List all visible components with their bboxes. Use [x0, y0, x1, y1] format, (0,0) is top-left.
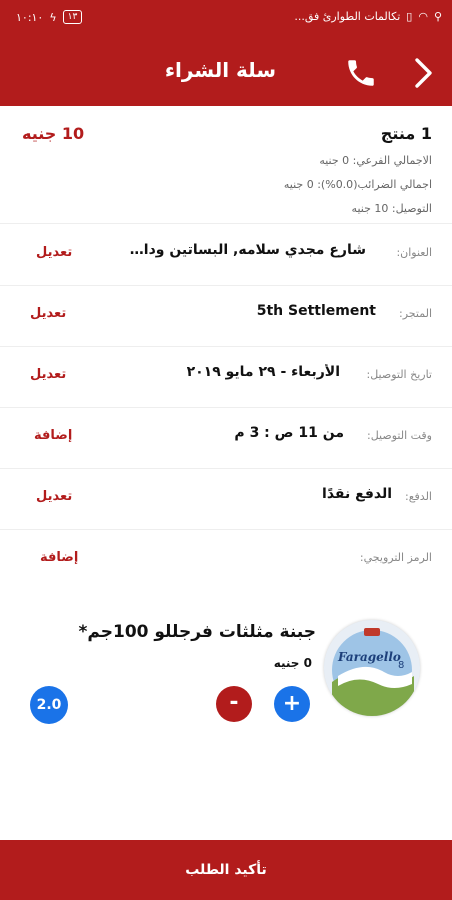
- status-bar: ⚲ ◠ ▯ تكالمات الطوارئ فق... ١٠:١٠ ϟ ١٣: [0, 0, 452, 38]
- sim-icon: ▯: [406, 10, 413, 23]
- increase-quantity-button[interactable]: +: [274, 686, 310, 722]
- time-text: ١٠:١٠: [16, 10, 44, 24]
- store-value: 5th Settlement: [256, 303, 376, 319]
- edit-payment-button[interactable]: تعديل: [36, 489, 72, 504]
- product-count: 1 منتج: [380, 124, 432, 143]
- product-name: جبنة مثلثات فرجللو 100جم*: [78, 622, 317, 642]
- wifi-icon: ◠: [418, 10, 428, 23]
- payment-value: الدفع نقدًا: [322, 486, 392, 502]
- edit-store-button[interactable]: تعديل: [30, 306, 66, 321]
- chevron-right-icon: [415, 58, 432, 88]
- promo-label: الرمز الترويجي:: [359, 551, 432, 564]
- subtotal-text: الاجمالي الفرعي: 0 جنيه: [319, 154, 432, 167]
- phone-icon: [348, 60, 374, 86]
- battery-indicator: ١٣: [62, 10, 83, 24]
- page-title: سلة الشراء: [164, 58, 276, 82]
- charging-icon: ϟ: [49, 10, 57, 24]
- back-button[interactable]: [406, 54, 440, 92]
- add-delivery-time-button[interactable]: إضافة: [34, 428, 72, 443]
- delivery-time-label: وقت التوصيل:: [367, 429, 432, 442]
- address-value: شارع مجدي سلامه, البساتين ودار السلام: [122, 242, 366, 258]
- order-total: 10 جنيه: [22, 124, 85, 143]
- payment-label: الدفع:: [404, 490, 432, 503]
- store-label: المتجر:: [399, 307, 432, 320]
- confirm-order-button[interactable]: تأكيد الطلب: [0, 840, 452, 900]
- status-bar-right: ⚲ ◠ ▯ تكالمات الطوارئ فق...: [294, 10, 442, 23]
- delivery-time-value: من 11 ص : 3 م: [234, 425, 344, 441]
- address-label: العنوان:: [396, 246, 432, 259]
- decrease-quantity-button[interactable]: -: [216, 686, 252, 722]
- product-image: 8 Faragello: [324, 620, 420, 716]
- payment-row: الدفع: الدفع نقدًا تعديل: [0, 469, 452, 530]
- cheese-package-icon: 8: [324, 620, 420, 716]
- address-row: العنوان: شارع مجدي سلامه, البساتين ودار …: [0, 225, 452, 286]
- delivery-date-label: تاريخ التوصيل:: [366, 368, 433, 381]
- delivery-time-row: وقت التوصيل: من 11 ص : 3 م إضافة: [0, 408, 452, 469]
- product-price: 0 جنيه: [273, 656, 312, 670]
- edit-delivery-date-button[interactable]: تعديل: [30, 367, 66, 382]
- app-bar: سلة الشراء: [0, 38, 452, 106]
- status-bar-left: ١٠:١٠ ϟ ١٣: [16, 10, 83, 24]
- delivery-fee-text: التوصيل: 10 جنيه: [351, 202, 432, 215]
- add-promo-button[interactable]: إضافة: [40, 550, 78, 565]
- store-row: المتجر: 5th Settlement تعديل: [0, 286, 452, 347]
- edit-address-button[interactable]: تعديل: [36, 245, 72, 260]
- order-summary: 1 منتج 10 جنيه الاجمالي الفرعي: 0 جنيه ا…: [0, 106, 452, 224]
- taxes-text: اجمالي الضرائب(0.0%): 0 جنيه: [283, 178, 432, 191]
- product-brand-text: Faragello: [338, 650, 401, 664]
- usb-icon: ⚲: [433, 10, 442, 23]
- quantity-badge: 2.0: [30, 686, 68, 724]
- carrier-text: تكالمات الطوارئ فق...: [294, 10, 401, 23]
- promo-row: الرمز الترويجي: إضافة: [0, 530, 452, 591]
- delivery-date-value: الأربعاء - ٢٩ مايو ٢٠١٩: [186, 364, 340, 380]
- call-button[interactable]: [344, 56, 378, 90]
- delivery-date-row: تاريخ التوصيل: الأربعاء - ٢٩ مايو ٢٠١٩ ت…: [0, 347, 452, 408]
